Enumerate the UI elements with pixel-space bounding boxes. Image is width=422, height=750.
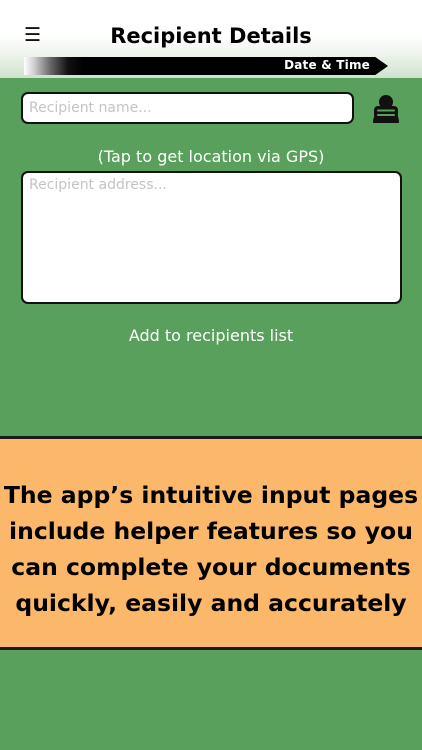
promo-banner: The app’s intuitive input pages include …	[0, 436, 422, 650]
header-bar: ☰ Recipient Details Date & Time	[0, 0, 422, 78]
promo-line: include helper features so you	[9, 517, 413, 545]
recipient-address-input[interactable]	[21, 171, 402, 304]
add-to-recipients-button[interactable]: Add to recipients list	[0, 326, 422, 345]
page-title: Recipient Details	[110, 24, 312, 48]
contacts-button[interactable]	[370, 93, 402, 125]
promo-line: can complete your documents	[11, 553, 411, 581]
next-step-breadcrumb[interactable]: Date & Time	[24, 57, 388, 75]
recipient-name-input[interactable]	[21, 92, 354, 124]
contacts-icon	[373, 95, 399, 123]
next-step-label: Date & Time	[284, 58, 370, 72]
promo-line: quickly, easily and accurately	[15, 589, 407, 617]
promo-text: The app’s intuitive input pages include …	[0, 477, 422, 621]
gps-location-link[interactable]: (Tap to get location via GPS)	[0, 147, 422, 166]
promo-line: The app’s intuitive input pages	[3, 481, 419, 509]
